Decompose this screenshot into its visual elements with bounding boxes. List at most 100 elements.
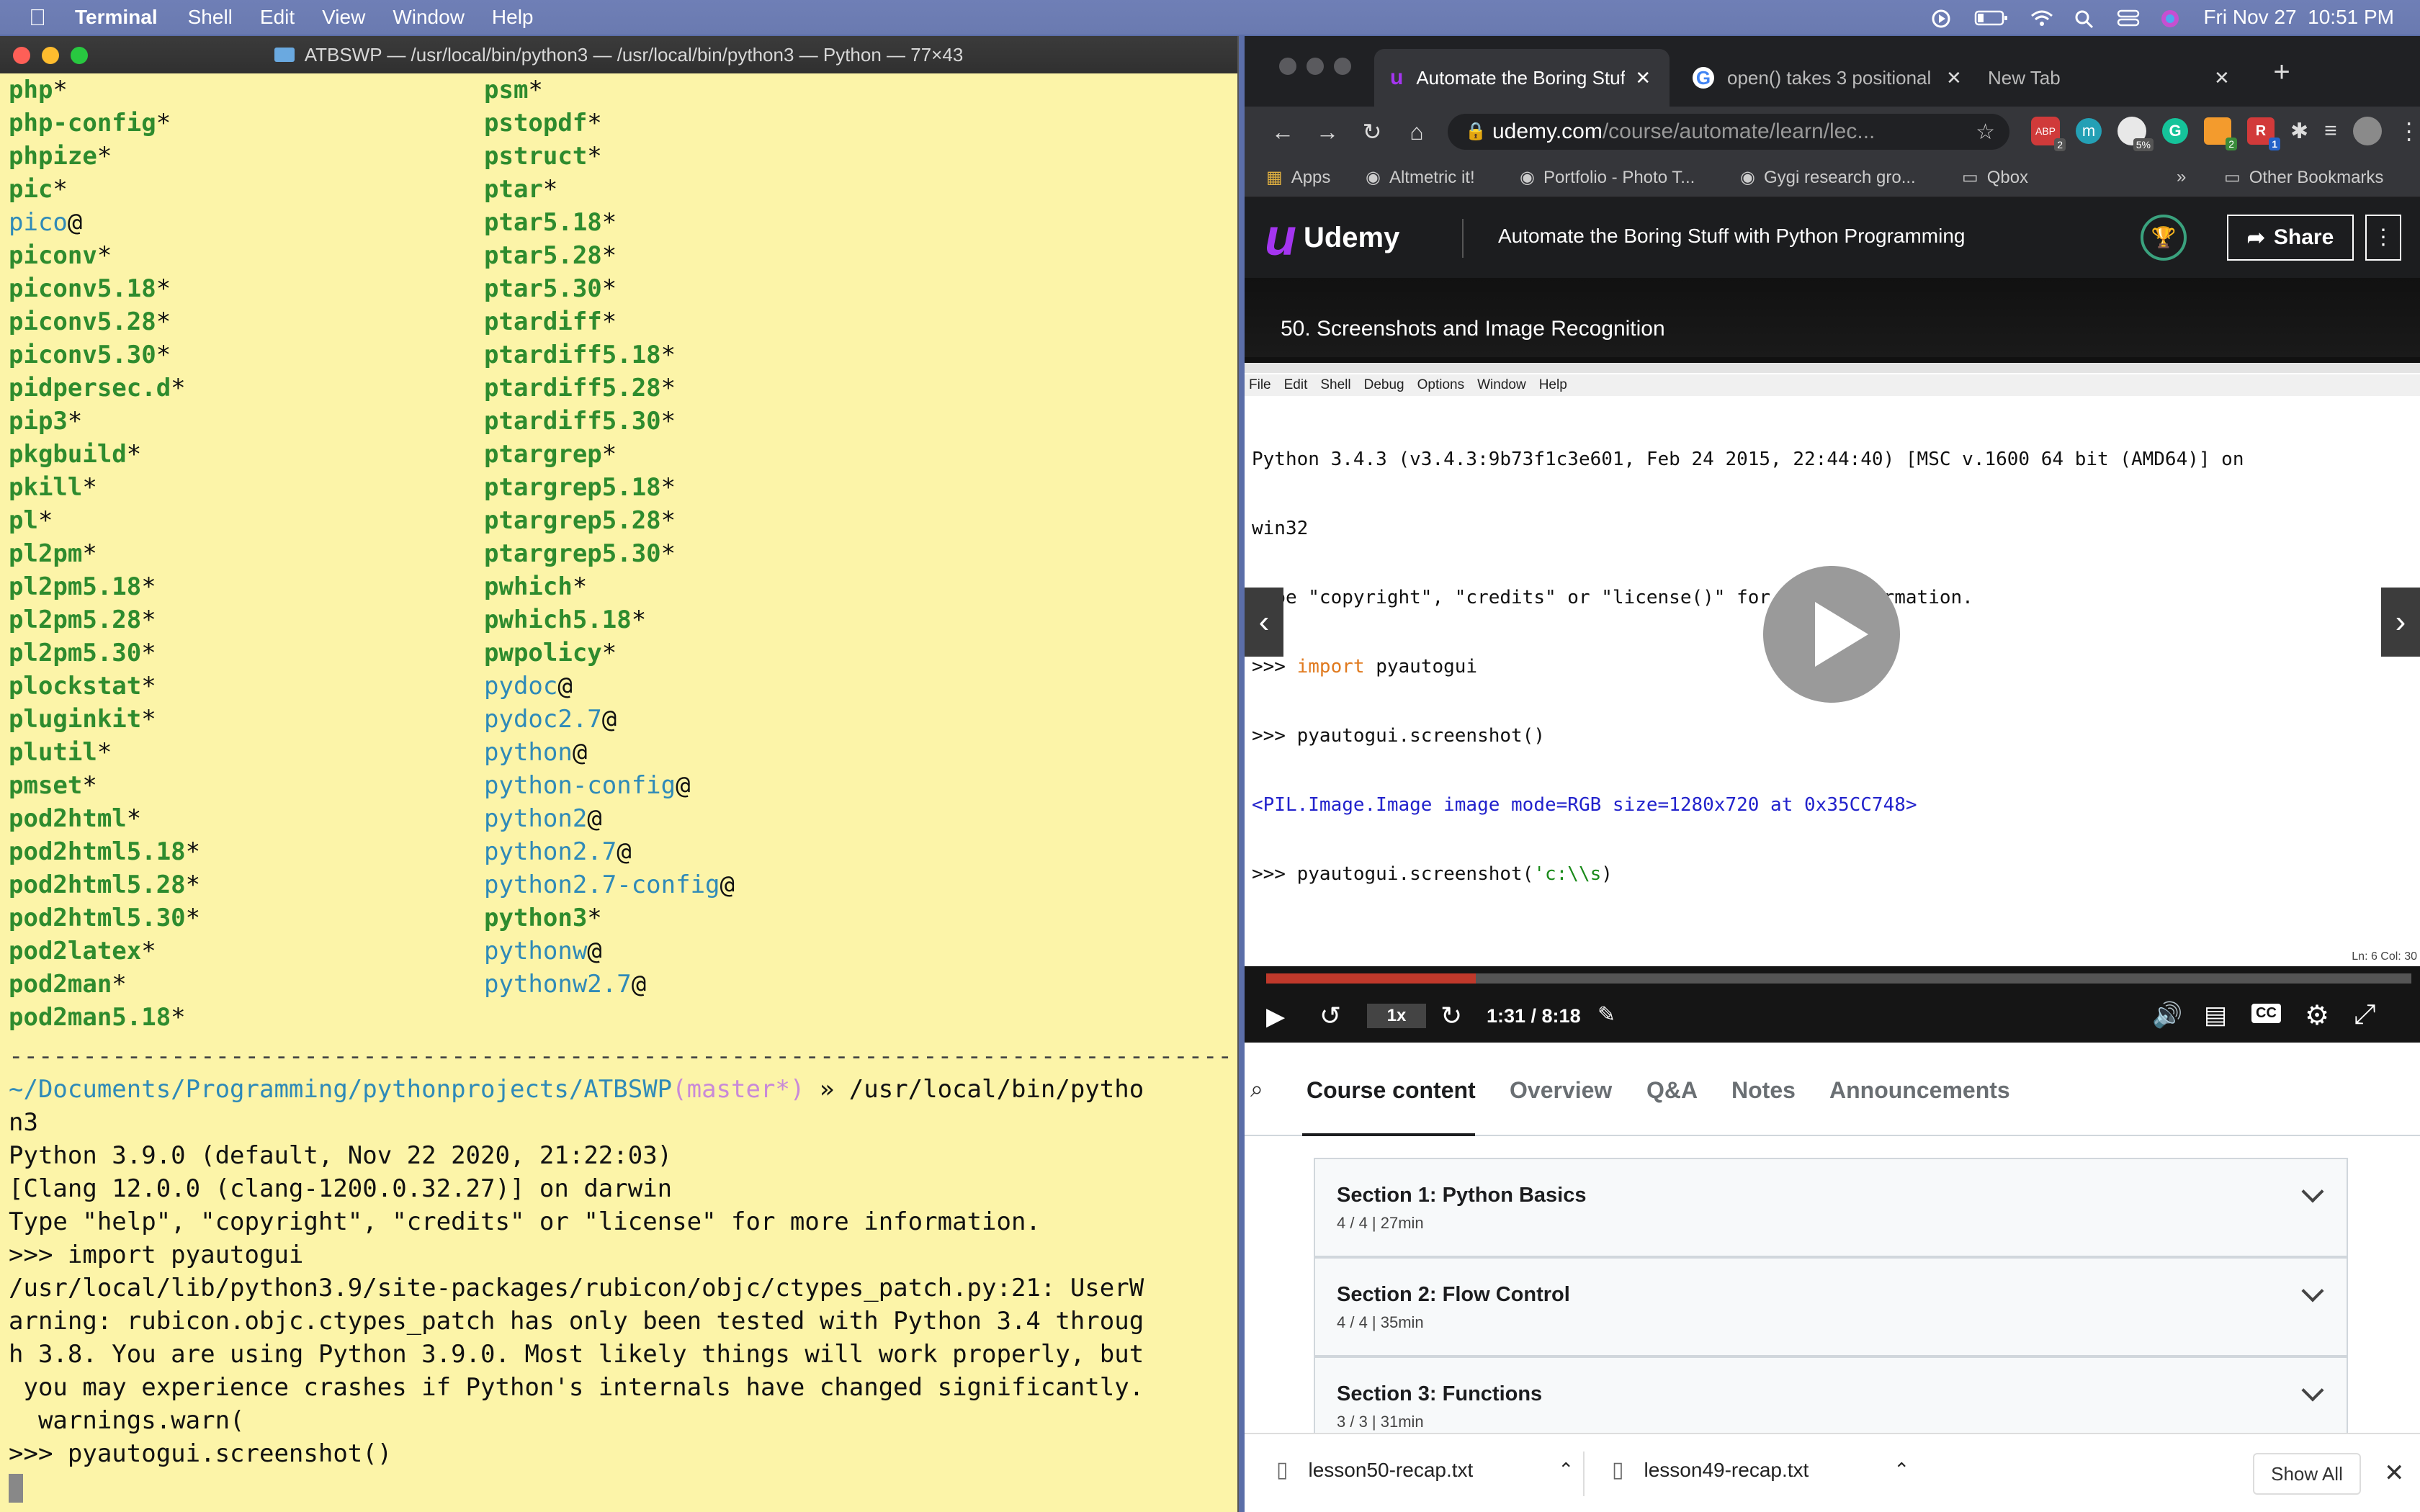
menu-view[interactable]: View (322, 6, 365, 29)
more-bookmarks-chevron-icon[interactable]: » (2177, 167, 2186, 187)
header-divider (1462, 219, 1464, 258)
volume-icon[interactable]: 🔊 (2152, 1001, 2182, 1030)
close-tab-icon[interactable]: ✕ (1946, 67, 1962, 89)
fullscreen-icon[interactable]: ⤢ (2354, 999, 2375, 1030)
menu-kebab-icon[interactable]: ⋮ (2398, 117, 2420, 145)
chevron-down-icon[interactable] (2301, 1279, 2324, 1302)
search-icon[interactable]: ⌕ (1250, 1076, 1263, 1103)
settings-gear-icon[interactable]: ⚙ (2305, 999, 2329, 1032)
entry-suffix: * (126, 440, 142, 469)
menubar-clock[interactable]: Fri Nov 27 10:51 PM (2203, 6, 2394, 29)
bookmark-gygi[interactable]: ◉ Gygi research gro... (1740, 167, 1916, 188)
zoom-button[interactable] (71, 47, 88, 64)
terminal-content[interactable]: php* php-config* phpize* pic* pico@ piconv* pi… (0, 73, 1237, 1512)
reload-icon[interactable]: ↻ (1355, 115, 1389, 148)
speed-button[interactable]: 1x (1367, 1004, 1426, 1028)
menu-window[interactable]: Window (393, 6, 465, 29)
spotlight-search-icon[interactable] (2074, 9, 2095, 29)
section-accordion[interactable]: Section 1: Python Basics 4 / 4 | 27min (1314, 1158, 2348, 1257)
close-button[interactable] (13, 47, 30, 64)
menu-app-name[interactable]: Terminal (75, 6, 158, 29)
share-button[interactable]: ➦ Share (2227, 215, 2354, 261)
m-extension-icon[interactable]: m (2076, 118, 2102, 144)
download-item[interactable]: ▯ lesson49-recap.txt ⌃ (1612, 1457, 1909, 1482)
minimize-button[interactable] (42, 47, 59, 64)
section-accordion[interactable]: Section 2: Flow Control 4 / 4 | 35min (1314, 1257, 2348, 1356)
chevron-up-icon[interactable]: ⌃ (1894, 1459, 1909, 1481)
bookmark-altmetric[interactable]: ◉ Altmetric it! (1366, 167, 1475, 188)
video-player[interactable]: 50. Screenshots and Image Recognition Fi… (1245, 278, 2420, 1043)
udemy-logo[interactable]: u Udemy (1265, 212, 1399, 264)
bookmark-star-icon[interactable]: ☆ (1976, 120, 1995, 145)
chevron-down-icon[interactable] (2301, 1180, 2324, 1203)
tab-qa[interactable]: Q&A (1646, 1077, 1698, 1104)
bookmark-portfolio[interactable]: ◉ Portfolio - Photo T... (1520, 167, 1695, 188)
entry-suffix: * (141, 672, 156, 701)
transcript-icon[interactable]: ▤ (2204, 1001, 2227, 1030)
bookmark-other[interactable]: ▭ Other Bookmarks (2224, 167, 2383, 188)
siri-icon[interactable] (2160, 9, 2182, 27)
entry-suffix: * (601, 274, 617, 303)
menu-edit[interactable]: Edit (260, 6, 295, 29)
bookmark-qbox[interactable]: ▭ Qbox (1962, 167, 2028, 188)
home-icon[interactable]: ⌂ (1400, 115, 1433, 148)
tab-udemy[interactable]: u Automate the Boring Stuff ✕ (1374, 49, 1670, 107)
previous-lecture-button[interactable]: ‹ (1245, 588, 1283, 657)
tab-google[interactable]: G open() takes 3 positional a ✕ (1677, 49, 1965, 107)
entry-name: pythonw (484, 937, 588, 966)
forward-icon[interactable]: → (1311, 115, 1344, 148)
progress-extension-icon[interactable]: 5% (2118, 117, 2154, 151)
back-icon[interactable]: ← (1266, 115, 1299, 148)
address-bar[interactable]: 🔒 udemy.com/course/automate/learn/lec...… (1448, 114, 2009, 150)
more-options-button[interactable]: ⋮ (2365, 215, 2401, 261)
control-center-icon[interactable] (2117, 9, 2140, 27)
forward-icon[interactable]: ↻ (1440, 1001, 1462, 1031)
chevron-down-icon[interactable] (2301, 1379, 2324, 1402)
chevron-up-icon[interactable]: ⌃ (1558, 1459, 1574, 1481)
menu-shell[interactable]: Shell (188, 6, 233, 29)
play-icon[interactable]: ▶ (1266, 1002, 1285, 1031)
download-item[interactable]: ▯ lesson50-recap.txt ⌃ (1276, 1457, 1574, 1482)
adblock-extension-icon[interactable]: ABP 2 (2031, 117, 2066, 151)
extensions-puzzle-icon[interactable]: ✱ (2290, 119, 2308, 144)
tab-overview[interactable]: Overview (1510, 1077, 1612, 1104)
entry-suffix: * (528, 76, 543, 104)
file-icon: ▯ (1612, 1458, 1624, 1482)
play-status-icon[interactable] (1931, 9, 1953, 28)
red-extension-icon[interactable]: R1 (2247, 117, 2280, 150)
progress-track[interactable] (1266, 973, 2411, 984)
orange-extension-icon[interactable]: 2 (2204, 117, 2237, 150)
listing-entry: pkgbuild* (9, 438, 200, 471)
battery-icon[interactable] (1974, 9, 2009, 26)
big-play-button[interactable] (1763, 566, 1900, 703)
close-tab-icon[interactable]: ✕ (1635, 67, 1651, 89)
menu-help[interactable]: Help (492, 6, 534, 29)
terminal-titlebar[interactable]: ATBSWP — /usr/local/bin/python3 — /usr/l… (0, 36, 1237, 73)
rewind-icon[interactable]: ↺ (1319, 1001, 1341, 1031)
tab-strip: u Automate the Boring Stuff ✕ G open() t… (1245, 36, 2420, 107)
zoom-button[interactable] (1334, 58, 1351, 75)
tab-course-content[interactable]: Course content (1307, 1077, 1476, 1104)
bookmark-apps[interactable]: ▦ Apps (1266, 167, 1330, 188)
profile-avatar[interactable] (2352, 117, 2382, 145)
tab-announcements[interactable]: Announcements (1829, 1077, 2010, 1104)
captions-icon[interactable]: CC (2251, 1004, 2281, 1023)
wifi-icon[interactable] (2030, 9, 2053, 26)
grammarly-icon[interactable]: G (2162, 118, 2188, 144)
new-tab-button[interactable]: + (2267, 56, 2296, 88)
close-downloads-icon[interactable]: ✕ (2384, 1459, 2405, 1488)
note-icon[interactable]: ✎ (1597, 1002, 1615, 1027)
trophy-progress-icon[interactable]: 🏆 (2141, 215, 2187, 261)
close-button[interactable] (1279, 58, 1296, 75)
tab-notes[interactable]: Notes (1731, 1077, 1796, 1104)
media-control-icon[interactable]: ≡ (2324, 119, 2337, 143)
idle-string: 'c:\\s (1533, 863, 1602, 885)
apple-icon[interactable]:  (29, 4, 46, 31)
minimize-button[interactable] (1307, 58, 1324, 75)
course-title[interactable]: Automate the Boring Stuff with Python Pr… (1498, 225, 1965, 248)
tab-new[interactable]: New Tab ✕ (1972, 49, 2238, 107)
close-tab-icon[interactable]: ✕ (2214, 67, 2230, 89)
show-all-button[interactable]: Show All (2253, 1453, 2361, 1495)
next-lecture-button[interactable]: › (2381, 588, 2420, 657)
listing-entry: ptar5.18* (484, 206, 735, 239)
